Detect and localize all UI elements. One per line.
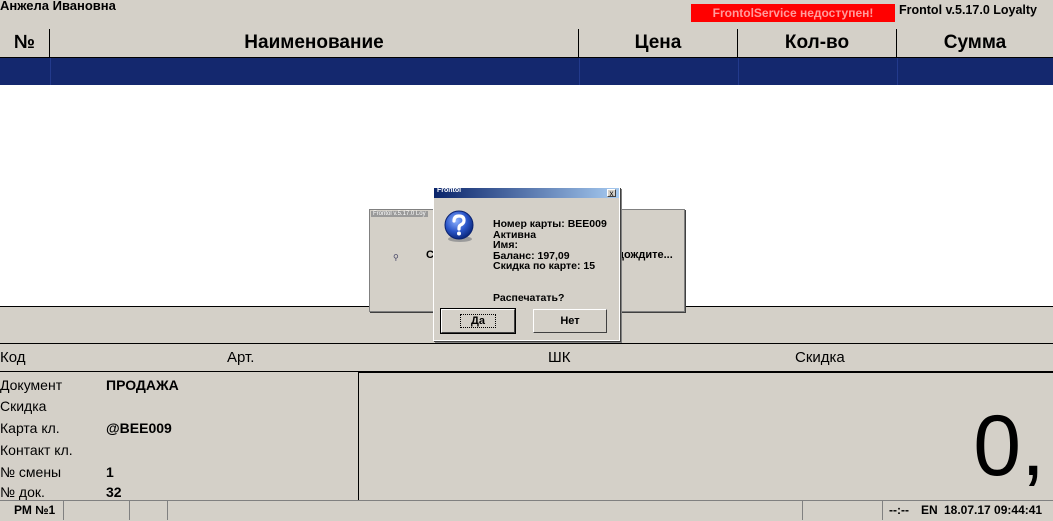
card-label: Карта кл. [0, 420, 60, 436]
product-info-header: Код Арт. ШК Скидка [0, 344, 1053, 372]
document-type: ПРОДАЖА [106, 377, 179, 393]
status-cell [64, 501, 130, 520]
status-cell [168, 501, 803, 520]
yes-button-label: Да [460, 314, 496, 328]
contact-label: Контакт кл. [0, 442, 73, 458]
close-icon[interactable]: x [607, 189, 616, 198]
yes-button[interactable]: Да [440, 308, 516, 334]
document-label: Документ [0, 377, 63, 393]
wait-window-title: Frontol v.5.17.0 Loy [371, 211, 428, 217]
column-price: Цена [579, 29, 738, 57]
status-cell [130, 501, 168, 520]
discount-label: Скидка [795, 349, 845, 366]
top-status-bar [0, 0, 1053, 29]
total-panel [358, 372, 1053, 500]
discount-label: Скидка [0, 398, 47, 414]
row-divider [579, 58, 580, 85]
doc-number-value: 32 [106, 484, 122, 500]
date-time: 18.07.17 09:44:41 [944, 503, 1043, 517]
shift-value: 1 [106, 464, 114, 480]
clock-separator: --:-- [889, 503, 909, 517]
document-info-panel: Документ ПРОДАЖА Скидка Карта кл. @BEE00… [0, 372, 358, 500]
card-discount-line: Скидка по карте: 15 [493, 260, 596, 272]
row-divider [50, 58, 51, 85]
selected-table-row[interactable] [0, 58, 1053, 85]
version-label: Frontol v.5.17.0 Loyalty [899, 3, 1038, 17]
dialog-title-bar [434, 188, 619, 198]
card-value: @BEE009 [106, 420, 172, 436]
workstation-label: РМ №1 [0, 501, 64, 520]
card-info-message: Номер карты: BEE009 Активна Имя: Баланс:… [493, 219, 607, 272]
total-amount: 0, [973, 398, 1045, 494]
search-icon: ⚲ [393, 253, 399, 262]
column-quantity: Кол-во [738, 29, 897, 57]
dialog-title: Frontol [437, 187, 462, 194]
article-label: Арт. [227, 349, 255, 366]
row-divider [897, 58, 898, 85]
cashier-name: Анжела Ивановна [0, 0, 116, 13]
card-name-line: Имя: [493, 239, 518, 251]
barcode-label: ШК [548, 349, 571, 366]
service-error-badge: FrontolService недоступен! [691, 4, 895, 22]
column-name: Наименование [50, 29, 579, 57]
column-number: № [0, 29, 50, 57]
question-icon [444, 210, 474, 242]
wait-text: дождите... [617, 249, 673, 261]
doc-number-label: № док. [0, 484, 45, 500]
status-cell [803, 501, 883, 520]
print-question: Распечатать? [493, 292, 565, 304]
card-number-line: Номер карты: BEE009 [493, 218, 607, 230]
shift-label: № смены [0, 464, 62, 480]
column-sum: Сумма [943, 32, 1007, 53]
keyboard-language: EN [921, 503, 938, 517]
row-divider [738, 58, 739, 85]
no-button[interactable]: Нет [533, 309, 607, 333]
code-label: Код [0, 349, 26, 366]
